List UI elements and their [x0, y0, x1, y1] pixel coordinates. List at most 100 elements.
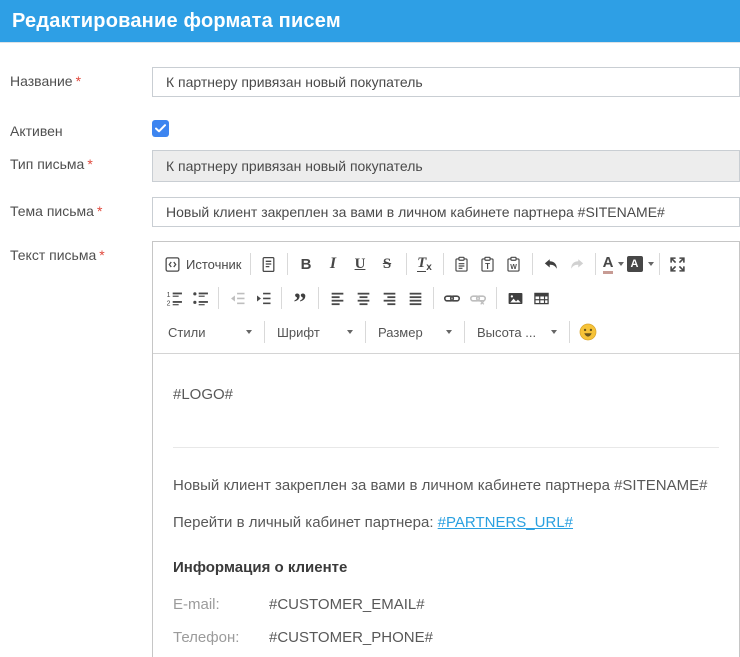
maximize-button[interactable] [665, 251, 691, 277]
templates-button[interactable] [256, 251, 282, 277]
type-label: Тип письма* [0, 150, 152, 172]
paste-text-icon: T [479, 256, 496, 273]
source-label: Источник [186, 257, 242, 272]
checkmark-icon [155, 124, 166, 133]
decrease-indent-button[interactable] [224, 285, 250, 311]
bulleted-list-button[interactable] [187, 285, 213, 311]
svg-text:2: 2 [166, 300, 170, 306]
bold-button[interactable]: B [293, 251, 320, 277]
chevron-down-icon [246, 330, 252, 334]
client-info-heading: Информация о клиенте [173, 559, 719, 576]
phone-placeholder: #CUSTOMER_PHONE# [269, 629, 433, 646]
field-row-subject: Тема письма* [0, 197, 740, 227]
chevron-down-icon [648, 262, 654, 266]
justify-icon [407, 290, 424, 307]
email-label: E-mail: [173, 596, 269, 613]
align-center-button[interactable] [350, 285, 376, 311]
toolbar-separator [250, 253, 251, 275]
toolbar-separator [569, 321, 570, 343]
toolbar-separator [496, 287, 497, 309]
toolbar-separator [365, 321, 366, 343]
editor-content[interactable]: #LOGO# Новый клиент закреплен за вами в … [153, 354, 739, 646]
type-select-value: К партнеру привязан новый покупатель [166, 158, 423, 174]
blockquote-button[interactable]: ” [287, 285, 313, 311]
svg-text:T: T [485, 261, 490, 270]
table-icon [533, 290, 550, 307]
name-label: Название* [0, 67, 152, 89]
paste-icon [453, 256, 470, 273]
styles-dropdown[interactable]: Стили [161, 319, 259, 345]
link-button[interactable] [439, 285, 465, 311]
chevron-down-icon [618, 262, 624, 266]
insert-table-button[interactable] [528, 285, 554, 311]
strikethrough-button[interactable]: S [374, 251, 401, 277]
edit-mail-format-page: Редактирование формата писем Название* А… [0, 0, 740, 657]
info-row-phone: Телефон: #CUSTOMER_PHONE# [173, 629, 719, 646]
paste-word-icon: W [505, 256, 522, 273]
size-dropdown[interactable]: Размер [371, 319, 459, 345]
email-placeholder: #CUSTOMER_EMAIL# [269, 596, 425, 613]
partners-url-link[interactable]: #PARTNERS_URL# [438, 514, 573, 531]
field-row-active: Активен [0, 117, 740, 139]
paste-plain-text-button[interactable]: T [475, 251, 501, 277]
subject-input[interactable] [152, 197, 740, 227]
toolbar-separator [287, 253, 288, 275]
unlink-icon [469, 290, 487, 307]
unlink-button[interactable] [465, 285, 491, 311]
chevron-down-icon [446, 330, 452, 334]
content-paragraph: Перейти в личный кабинет партнера: #PART… [173, 514, 719, 531]
chevron-down-icon [551, 330, 557, 334]
redo-icon [568, 256, 586, 273]
toolbar-row-1: Источник B I U S Tx [161, 247, 731, 281]
indent-icon [255, 290, 272, 307]
toolbar-separator [406, 253, 407, 275]
justify-button[interactable] [402, 285, 428, 311]
text-color-button[interactable]: A [601, 251, 627, 277]
background-color-button[interactable]: A [627, 251, 654, 277]
source-button[interactable]: Источник [161, 251, 245, 277]
svg-text:W: W [510, 263, 517, 270]
name-input[interactable] [152, 67, 740, 97]
body-label: Текст письма* [0, 241, 152, 263]
numbered-list-button[interactable]: 12 [161, 285, 187, 311]
insert-image-button[interactable] [502, 285, 528, 311]
image-icon [507, 290, 524, 307]
required-asterisk: * [97, 203, 102, 219]
italic-button[interactable]: I [320, 251, 347, 277]
align-right-button[interactable] [376, 285, 402, 311]
toolbar-separator [464, 321, 465, 343]
toolbar-separator [281, 287, 282, 309]
toolbar-row-3: Стили Шрифт Размер Высота ... [161, 315, 731, 349]
paste-button[interactable] [449, 251, 475, 277]
content-paragraph: Новый клиент закреплен за вами в личном … [173, 477, 719, 494]
toolbar-separator [595, 253, 596, 275]
remove-format-button[interactable]: Tx [412, 251, 438, 277]
line-height-dropdown[interactable]: Высота ... [470, 319, 564, 345]
undo-button[interactable] [538, 251, 564, 277]
smiley-icon [579, 323, 597, 341]
chevron-down-icon [347, 330, 353, 334]
required-asterisk: * [87, 156, 92, 172]
toolbar-separator [318, 287, 319, 309]
svg-text:1: 1 [166, 292, 170, 299]
type-select-disabled: К партнеру привязан новый покупатель [152, 150, 740, 182]
underline-button[interactable]: U [347, 251, 374, 277]
font-dropdown[interactable]: Шрифт [270, 319, 360, 345]
maximize-icon [669, 256, 686, 273]
link-icon [443, 290, 461, 307]
page-title: Редактирование формата писем [12, 10, 341, 33]
mail-format-form: Название* Активен Тип письма* К партнеру… [0, 43, 740, 657]
toolbar-separator [659, 253, 660, 275]
align-left-button[interactable] [324, 285, 350, 311]
toolbar-separator [218, 287, 219, 309]
align-right-icon [381, 290, 398, 307]
templates-icon [260, 256, 277, 273]
smiley-button[interactable] [575, 319, 601, 345]
toolbar-separator [443, 253, 444, 275]
logo-placeholder: #LOGO# [173, 386, 719, 403]
redo-button[interactable] [564, 251, 590, 277]
paste-from-word-button[interactable]: W [501, 251, 527, 277]
active-checkbox[interactable] [152, 120, 169, 137]
phone-label: Телефон: [173, 629, 269, 646]
increase-indent-button[interactable] [250, 285, 276, 311]
